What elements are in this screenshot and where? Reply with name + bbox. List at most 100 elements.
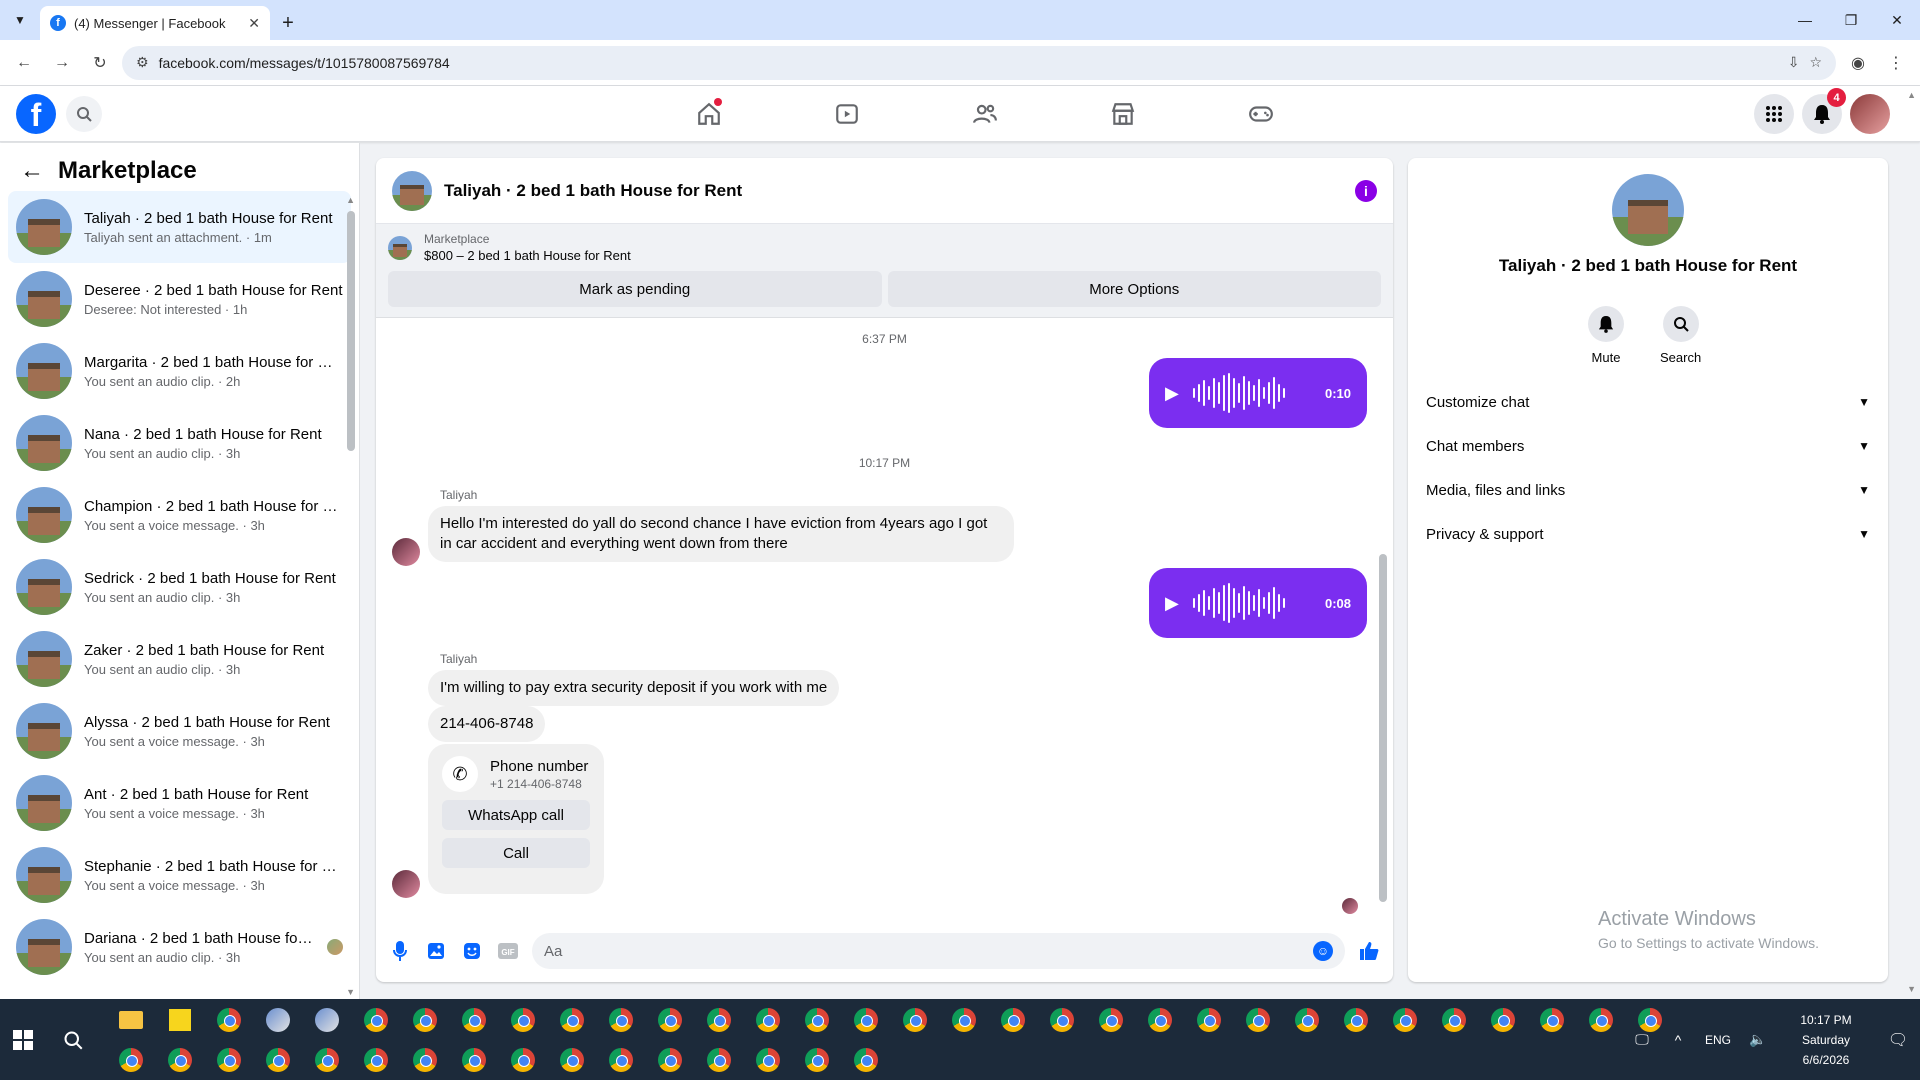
chrome-profile-icon[interactable] <box>988 1001 1037 1039</box>
call-button[interactable]: Call <box>442 838 590 868</box>
conversation-item[interactable]: Stephanie · 2 bed 1 bath House for Rent … <box>8 839 351 911</box>
chrome-profile-icon[interactable] <box>351 1041 400 1079</box>
chrome-profile-icon[interactable] <box>204 1041 253 1079</box>
chrome-profile-icon[interactable] <box>1086 1001 1135 1039</box>
chrome-profile-icon[interactable] <box>743 1001 792 1039</box>
chrome-profile-icon[interactable] <box>1478 1001 1527 1039</box>
chrome-profile-icon[interactable] <box>939 1001 988 1039</box>
chrome-profile-icon[interactable] <box>1233 1001 1282 1039</box>
conversation-item[interactable]: Deseree · 2 bed 1 bath House for Rent De… <box>8 263 351 335</box>
more-options-button[interactable]: More Options <box>887 271 1381 307</box>
profile-icon[interactable]: ◉ <box>1842 47 1874 79</box>
gif-icon[interactable]: GIF <box>496 939 520 963</box>
chrome-profile-icon[interactable] <box>400 1001 449 1039</box>
search-icon[interactable] <box>66 96 102 132</box>
message-bubble[interactable]: 214-406-8748 <box>428 706 546 742</box>
mute-action[interactable]: Mute <box>1588 306 1624 365</box>
new-tab-button[interactable]: + <box>270 6 306 40</box>
chrome-profile-icon[interactable] <box>1380 1001 1429 1039</box>
sticker-icon[interactable] <box>460 939 484 963</box>
conversation-item[interactable]: Taliyah · 2 bed 1 bath House for Rent Ta… <box>8 191 351 263</box>
account-avatar[interactable] <box>1850 94 1890 134</box>
sidebar-scrollbar[interactable] <box>347 211 355 451</box>
audio-message[interactable]: ▶ 0:10 <box>1149 358 1367 428</box>
chrome-profile-icon[interactable] <box>743 1041 792 1079</box>
conversation-avatar[interactable] <box>1612 174 1684 246</box>
app-icon[interactable] <box>302 1001 351 1039</box>
chrome-profile-icon[interactable] <box>1576 1001 1625 1039</box>
nav-gaming[interactable] <box>1192 86 1330 142</box>
forward-icon[interactable]: → <box>46 47 78 79</box>
minimize-icon[interactable]: — <box>1782 12 1828 28</box>
chrome-profile-icon[interactable] <box>1037 1001 1086 1039</box>
address-bar[interactable]: ⚙ facebook.com/messages/t/10157800875697… <box>122 45 1836 80</box>
chrome-profile-icon[interactable] <box>204 1001 253 1039</box>
chrome-profile-icon[interactable] <box>645 1001 694 1039</box>
chrome-profile-icon[interactable] <box>400 1041 449 1079</box>
chrome-profile-icon[interactable] <box>841 1041 890 1079</box>
chrome-profile-icon[interactable] <box>694 1041 743 1079</box>
page-scroll-up-icon[interactable]: ▲ <box>1907 90 1916 100</box>
browser-tab-messenger[interactable]: f (4) Messenger | Facebook ✕ <box>40 6 270 40</box>
message-bubble[interactable]: I'm willing to pay extra security deposi… <box>428 670 840 706</box>
section-chat-members[interactable]: Chat members ▼ <box>1416 424 1880 468</box>
section-customize-chat[interactable]: Customize chat ▼ <box>1416 380 1880 424</box>
chat-title[interactable]: Taliyah · 2 bed 1 bath House for Rent <box>444 181 1343 201</box>
back-icon[interactable]: ← <box>8 47 40 79</box>
app-icon[interactable] <box>253 1001 302 1039</box>
close-window-icon[interactable]: ✕ <box>1874 12 1920 29</box>
section-media-files-links[interactable]: Media, files and links ▼ <box>1416 468 1880 512</box>
conversation-item[interactable]: Dariana · 2 bed 1 bath House for Rent Yo… <box>8 911 351 983</box>
reload-icon[interactable]: ↻ <box>84 47 116 79</box>
chrome-profile-icon[interactable] <box>449 1041 498 1079</box>
install-app-icon[interactable]: ⇩ <box>1788 54 1800 71</box>
emoji-icon[interactable]: ☺ <box>1313 941 1333 961</box>
windows-start-icon[interactable] <box>0 999 46 1080</box>
chrome-profile-icon[interactable] <box>351 1001 400 1039</box>
chrome-profile-icon[interactable] <box>106 1041 155 1079</box>
thumbs-up-icon[interactable] <box>1357 939 1381 963</box>
message-input[interactable]: Aa ☺ <box>532 933 1345 969</box>
close-tab-icon[interactable]: ✕ <box>248 15 260 32</box>
chrome-profile-icon[interactable] <box>645 1041 694 1079</box>
nav-friends[interactable] <box>916 86 1054 142</box>
url-text[interactable]: facebook.com/messages/t/1015780087569784 <box>159 55 1778 71</box>
chevron-up-icon[interactable]: ^ <box>1660 1032 1696 1048</box>
system-clock[interactable]: 10:17 PM Saturday 6/6/2026 <box>1776 1010 1876 1070</box>
sender-avatar[interactable] <box>392 538 420 566</box>
facebook-logo-icon[interactable]: f <box>16 94 56 134</box>
chrome-profile-icon[interactable] <box>1135 1001 1184 1039</box>
chrome-profile-icon[interactable] <box>547 1041 596 1079</box>
page-scroll-down-icon[interactable]: ▼ <box>1907 984 1916 994</box>
conversation-item[interactable]: Ant · 2 bed 1 bath House for Rent You se… <box>8 767 351 839</box>
notification-center-icon[interactable]: 🗨 <box>1876 1030 1920 1050</box>
conversation-item[interactable]: Margarita · 2 bed 1 bath House for Rent … <box>8 335 351 407</box>
restore-icon[interactable]: ❐ <box>1828 12 1874 29</box>
message-bubble[interactable]: Hello I'm interested do yall do second c… <box>428 506 1014 562</box>
file-explorer-icon[interactable] <box>106 1001 155 1039</box>
info-icon[interactable]: i <box>1355 179 1377 202</box>
menu-grid-icon[interactable] <box>1754 94 1794 134</box>
nav-video[interactable] <box>778 86 916 142</box>
scroll-down-arrow-icon[interactable]: ▼ <box>346 987 355 997</box>
chrome-profile-icon[interactable] <box>1184 1001 1233 1039</box>
chrome-profile-icon[interactable] <box>1331 1001 1380 1039</box>
volume-icon[interactable]: 🔈 <box>1740 1031 1776 1048</box>
input-language[interactable]: ENG <box>1696 1033 1740 1047</box>
chrome-profile-icon[interactable] <box>694 1001 743 1039</box>
chrome-profile-icon[interactable] <box>1282 1001 1331 1039</box>
chrome-profile-icon[interactable] <box>302 1041 351 1079</box>
taskbar-search-icon[interactable] <box>50 999 96 1080</box>
chrome-profile-icon[interactable] <box>596 1041 645 1079</box>
chrome-profile-icon[interactable] <box>890 1001 939 1039</box>
tab-search-dropdown-icon[interactable]: ▼ <box>0 0 40 40</box>
chrome-profile-icon[interactable] <box>155 1041 204 1079</box>
conversation-item[interactable]: Sedrick · 2 bed 1 bath House for Rent Yo… <box>8 551 351 623</box>
audio-message[interactable]: ▶ 0:08 <box>1149 568 1367 638</box>
photo-icon[interactable] <box>424 939 448 963</box>
chrome-profile-icon[interactable] <box>498 1001 547 1039</box>
chrome-profile-icon[interactable] <box>596 1001 645 1039</box>
search-action[interactable]: Search <box>1660 306 1701 365</box>
back-arrow-icon[interactable]: ← <box>20 157 44 185</box>
chrome-profile-icon[interactable] <box>449 1001 498 1039</box>
